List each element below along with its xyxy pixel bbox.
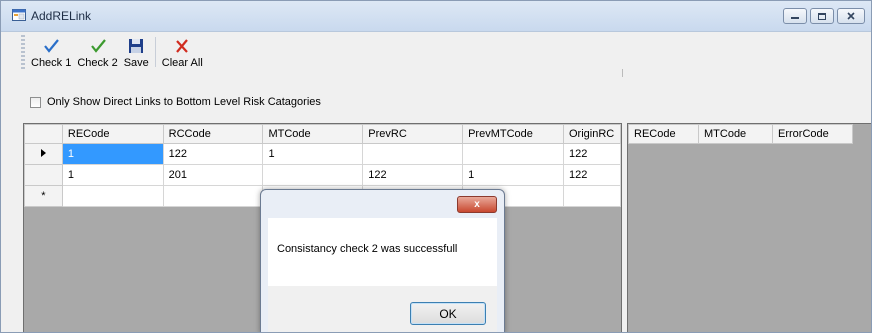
toolbar-grip[interactable] — [21, 35, 25, 69]
cell-rccode[interactable]: 201 — [162, 164, 264, 186]
col-header-mtcode[interactable]: MTCode — [698, 124, 773, 144]
cell-prevmtcode[interactable]: 1 — [462, 164, 564, 186]
cell-prevrc[interactable] — [362, 143, 464, 165]
links-header-row: RECode RCCode MTCode PrevRC PrevMTCode O… — [24, 124, 622, 144]
blue-checkmark-icon — [44, 39, 60, 53]
maximize-button[interactable] — [810, 8, 834, 24]
toolbar-end-divider — [622, 69, 623, 77]
cell-originrc[interactable]: 122 — [562, 143, 622, 165]
row-header-corner[interactable] — [24, 124, 63, 144]
direct-links-label: Only Show Direct Links to Bottom Level R… — [47, 96, 321, 108]
green-checkmark-icon — [90, 39, 106, 53]
window-controls — [783, 8, 865, 24]
minimize-button[interactable] — [783, 8, 807, 24]
red-x-icon — [176, 39, 189, 53]
errors-grid[interactable]: RECode MTCode ErrorCode — [627, 123, 871, 332]
row-pointer-icon — [40, 149, 46, 157]
check1-label: Check 1 — [31, 57, 72, 69]
cell-recode[interactable]: 1 — [61, 164, 164, 186]
col-header-prevmtcode[interactable]: PrevMTCode — [462, 124, 564, 144]
errors-header-row: RECode MTCode ErrorCode — [628, 124, 853, 144]
save-button[interactable]: Save — [124, 35, 149, 73]
direct-links-option[interactable]: Only Show Direct Links to Bottom Level R… — [30, 96, 321, 108]
dialog-message: Consistancy check 2 was successfull — [277, 243, 458, 255]
save-label: Save — [123, 57, 149, 69]
app-form-icon — [12, 9, 26, 21]
col-header-errorcode[interactable]: ErrorCode — [772, 124, 853, 144]
col-header-mtcode[interactable]: MTCode — [262, 124, 364, 144]
col-header-rccode[interactable]: RCCode — [162, 124, 264, 144]
close-icon: x — [474, 199, 480, 210]
table-row[interactable]: 1 201 122 1 122 — [24, 164, 622, 186]
cell-rccode[interactable]: 122 — [162, 143, 264, 165]
new-cell[interactable] — [162, 185, 264, 207]
window-title: AddRELink — [31, 9, 92, 23]
row-header[interactable] — [24, 164, 63, 186]
toolbar: Check 1 Check 2 Save Clear All — [21, 35, 209, 75]
title-bar[interactable]: AddRELink — [1, 1, 871, 32]
direct-links-checkbox[interactable] — [30, 96, 41, 108]
cell-prevmtcode[interactable] — [462, 143, 564, 165]
check2-label: Check 2 — [77, 57, 118, 69]
message-dialog: x Consistancy check 2 was successfull OK — [260, 189, 505, 332]
floppy-disk-icon — [129, 39, 144, 53]
dialog-body: Consistancy check 2 was successfull — [268, 218, 497, 286]
ok-button[interactable]: OK — [410, 302, 486, 325]
window-close-button[interactable] — [837, 8, 865, 24]
cell-mtcode[interactable] — [262, 164, 364, 186]
errors-table: RECode MTCode ErrorCode — [628, 124, 853, 144]
minimize-icon — [791, 17, 799, 19]
cell-mtcode[interactable]: 1 — [262, 143, 364, 165]
clear-all-label: Clear All — [161, 57, 203, 69]
cell-recode[interactable]: 1 — [61, 143, 164, 165]
new-cell[interactable] — [61, 185, 164, 207]
cell-originrc[interactable]: 122 — [562, 164, 622, 186]
dialog-close-button[interactable]: x — [457, 196, 497, 213]
col-header-prevrc[interactable]: PrevRC — [362, 124, 464, 144]
clear-all-button[interactable]: Clear All — [162, 35, 203, 73]
toolbar-separator — [154, 37, 156, 67]
table-row[interactable]: 1 122 1 122 — [24, 143, 622, 165]
col-header-recode[interactable]: RECode — [628, 124, 699, 144]
cell-prevrc[interactable]: 122 — [362, 164, 464, 186]
dialog-footer: OK — [268, 286, 497, 332]
addrelink-window: AddRELink Check 1 Check 2 Save Clear All… — [0, 0, 872, 333]
maximize-icon — [818, 13, 826, 20]
current-row-indicator[interactable] — [24, 143, 63, 165]
new-cell[interactable] — [562, 185, 622, 207]
col-header-originrc[interactable]: OriginRC — [562, 124, 622, 144]
check2-button[interactable]: Check 2 — [77, 35, 118, 73]
check1-button[interactable]: Check 1 — [31, 35, 71, 73]
close-icon — [847, 12, 855, 20]
col-header-recode[interactable]: RECode — [61, 124, 164, 144]
new-row-marker[interactable]: * — [24, 185, 63, 207]
